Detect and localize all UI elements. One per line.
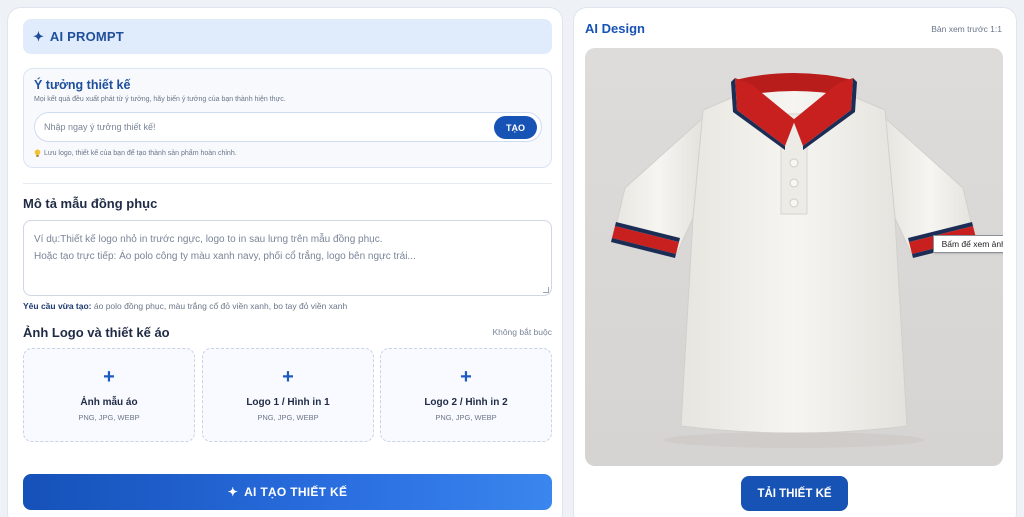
- sparkle-icon: ✦: [227, 485, 239, 499]
- description-title: Mô tả mẫu đồng phục: [23, 196, 158, 211]
- prompt-panel: ✦ AI PROMPT Ý tưởng thiết kế Mọi kết quả…: [7, 7, 563, 517]
- design-title: AI Design: [585, 21, 645, 36]
- idea-card: Ý tưởng thiết kế Mọi kết quả đều xuất ph…: [23, 68, 552, 168]
- design-panel: AI Design Bản xem trước 1:1 Bấm để xem ả…: [573, 7, 1017, 517]
- section-divider: [23, 183, 552, 184]
- upload-formats: PNG, JPG, WEBP: [78, 413, 140, 422]
- download-design-button[interactable]: TẢI THIẾT KẾ: [741, 476, 848, 511]
- resize-handle[interactable]: [543, 287, 549, 293]
- optional-label: Không bắt buộc: [492, 327, 552, 337]
- description-textarea[interactable]: Ví dụ:Thiết kế logo nhỏ in trước ngực, l…: [23, 220, 552, 296]
- idea-input[interactable]: [44, 113, 484, 141]
- upload-label: Ảnh mẫu áo: [80, 397, 138, 408]
- upload-shirt-sample[interactable]: + Ảnh mẫu áo PNG, JPG, WEBP: [23, 348, 195, 442]
- idea-input-wrapper: TẠO: [34, 112, 542, 142]
- requirement-text: áo polo đồng phục, màu trắng cổ đỏ viền …: [93, 301, 348, 311]
- preview-ratio-label: Bản xem trước 1:1: [931, 24, 1002, 34]
- ai-prompt-header: ✦ AI PROMPT: [23, 19, 552, 54]
- idea-subtitle: Mọi kết quả đều xuất phát từ ý tưởng, hã…: [34, 96, 286, 103]
- idea-note-text: Lưu logo, thiết kế của bạn để tạo thành …: [44, 150, 237, 157]
- idea-title: Ý tưởng thiết kế: [34, 78, 131, 92]
- plus-icon: +: [282, 366, 294, 388]
- description-placeholder-1: Ví dụ:Thiết kế logo nhỏ in trước ngực, l…: [34, 234, 383, 245]
- upload-label: Logo 1 / Hình in 1: [246, 397, 330, 408]
- plus-icon: +: [103, 366, 115, 388]
- description-placeholder-2: Hoặc tạo trực tiếp: Áo polo công ty màu …: [34, 251, 416, 262]
- plus-icon: +: [460, 366, 472, 388]
- ai-create-design-button[interactable]: ✦ AI TẠO THIẾT KẾ: [23, 474, 552, 510]
- generate-idea-button[interactable]: TẠO: [494, 116, 537, 139]
- enlarge-tooltip: Bấm để xem ảnh lớn: [933, 235, 1003, 253]
- ai-prompt-title: AI PROMPT: [49, 29, 124, 44]
- create-button-label: AI TẠO THIẾT KẾ: [244, 485, 348, 499]
- idea-note: Lưu logo, thiết kế của bạn để tạo thành …: [34, 149, 237, 158]
- requirement-label: Yêu cầu vừa tạo:: [23, 301, 92, 311]
- upload-logo-2[interactable]: + Logo 2 / Hình in 2 PNG, JPG, WEBP: [380, 348, 552, 442]
- polo-shirt-image: [611, 73, 977, 448]
- requirement-line: Yêu cầu vừa tạo: áo polo đồng phục, màu …: [23, 301, 347, 311]
- upload-formats: PNG, JPG, WEBP: [435, 413, 497, 422]
- upload-label: Logo 2 / Hình in 2: [424, 397, 508, 408]
- upload-formats: PNG, JPG, WEBP: [257, 413, 319, 422]
- uploads-title: Ảnh Logo và thiết kế áo: [23, 325, 170, 340]
- upload-logo-1[interactable]: + Logo 1 / Hình in 1 PNG, JPG, WEBP: [202, 348, 374, 442]
- sparkle-icon: ✦: [33, 28, 44, 44]
- design-preview-image[interactable]: Bấm để xem ảnh lớn: [585, 48, 1003, 466]
- bulb-icon: [34, 149, 41, 157]
